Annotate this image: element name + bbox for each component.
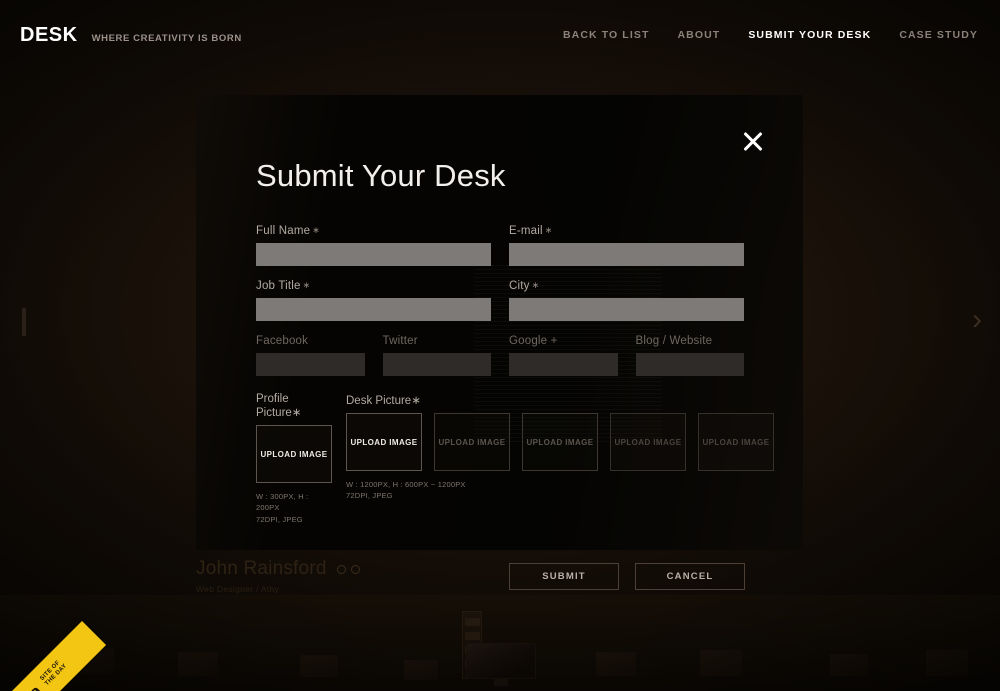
field-group-email: E-mail ∗ (509, 225, 744, 266)
form-row-name-email: Full Name ∗ E-mail ∗ (256, 225, 744, 266)
cancel-button[interactable]: CANCEL (635, 563, 745, 590)
desk-upload-button-5[interactable]: UPLOAD IMAGE (698, 413, 774, 471)
main-nav: BACK TO LIST ABOUT SUBMIT YOUR DESK CASE… (563, 29, 978, 41)
blog-website-input[interactable] (635, 353, 744, 376)
profile-spec-line2: 72DPI, JPEG (256, 514, 303, 524)
fwa-award-text: SITE OF THE DAY (39, 658, 69, 688)
full-name-input[interactable] (256, 243, 491, 266)
facebook-input[interactable] (256, 353, 365, 376)
job-title-input[interactable] (256, 298, 491, 321)
label-job-title-text: Job Title (256, 280, 301, 292)
required-mark: ∗ (312, 225, 320, 235)
field-group-blog: Blog / Website (635, 335, 744, 376)
nav-item-about[interactable]: ABOUT (677, 29, 720, 41)
modal-title: Submit Your Desk (256, 158, 506, 193)
upload-group-desk-picture: Desk Picture∗ UPLOAD IMAGE UPLOAD IMAGE … (346, 393, 774, 525)
nav-item-case-study[interactable]: CASE STUDY (899, 29, 978, 41)
close-icon[interactable] (740, 128, 766, 154)
profile-role: Web Designer / Athy (196, 584, 280, 594)
profile-upload-label: UPLOAD IMAGE (260, 449, 328, 459)
next-arrow-icon[interactable]: › (972, 305, 982, 335)
desk-upload-button-3[interactable]: UPLOAD IMAGE (522, 413, 598, 471)
social-circle-icon (336, 564, 346, 574)
brand[interactable]: DESK WHERE CREATIVITY IS BORN (20, 24, 242, 47)
form-row-social: Facebook Twitter Google + Blog / Website (256, 335, 744, 376)
desk-upload-label-3: UPLOAD IMAGE (526, 437, 594, 447)
field-group-google-plus: Google + (509, 335, 618, 376)
required-mark: ∗ (411, 395, 421, 407)
label-google-plus: Google + (509, 335, 558, 347)
desk-upload-button-1[interactable]: UPLOAD IMAGE (346, 413, 422, 471)
desk-spec-line1: W : 1200PX, H : 600PX ~ 1200PX (346, 480, 466, 489)
label-email-text: E-mail (509, 225, 543, 237)
field-group-facebook: Facebook (256, 335, 365, 376)
email-input[interactable] (509, 243, 744, 266)
desk-upload-label-2: UPLOAD IMAGE (438, 437, 506, 447)
profile-picture-spec: W : 300PX, H : 200PX 72DPI, JPEG (256, 491, 332, 525)
twitter-input[interactable] (382, 353, 491, 376)
profile-social-icons (336, 564, 360, 574)
logo-text: DESK (20, 23, 78, 46)
desk-upload-label-1: UPLOAD IMAGE (350, 437, 418, 447)
site-header: DESK WHERE CREATIVITY IS BORN BACK TO LI… (0, 0, 1000, 70)
page-root: DESK WHERE CREATIVITY IS BORN BACK TO LI… (0, 0, 1000, 691)
desk-upload-label-5: UPLOAD IMAGE (702, 437, 770, 447)
label-twitter: Twitter (382, 335, 418, 347)
field-group-city: City ∗ (509, 280, 744, 321)
desk-spec-line2: 72DPI, JPEG (346, 491, 393, 501)
label-city: City ∗ (509, 280, 744, 292)
field-group-twitter: Twitter (382, 335, 491, 376)
nav-item-submit-your-desk[interactable]: SUBMIT YOUR DESK (748, 29, 871, 41)
profile-upload-boxes: UPLOAD IMAGE (256, 425, 332, 483)
label-desk-picture: Desk Picture∗ (346, 393, 774, 407)
city-input[interactable] (509, 298, 744, 321)
profile-spec-line1: W : 300PX, H : 200PX (256, 492, 309, 513)
required-mark: ∗ (544, 225, 553, 235)
desk-upload-label-4: UPLOAD IMAGE (614, 437, 682, 447)
prev-arrow-icon[interactable] (22, 308, 26, 336)
modal-actions: SUBMIT CANCEL (509, 563, 745, 590)
label-desk-picture-text: Desk Picture (346, 395, 412, 407)
label-profile-picture: Profile Picture∗ (256, 393, 332, 419)
upload-group-profile-picture: Profile Picture∗ UPLOAD IMAGE W : 300PX,… (256, 393, 332, 525)
profile-caption: John Rainsford Web Designer / Athy (196, 558, 360, 594)
label-profile-picture-text: Profile Picture (256, 393, 292, 419)
field-group-job-title: Job Title ∗ (256, 280, 491, 321)
desk-upload-button-4[interactable]: UPLOAD IMAGE (610, 413, 686, 471)
label-facebook: Facebook (256, 335, 309, 347)
uploads-section: Profile Picture∗ UPLOAD IMAGE W : 300PX,… (256, 393, 774, 525)
submit-desk-form: Full Name ∗ E-mail ∗ Job Title ∗ City ∗ … (256, 225, 774, 550)
desk-picture-spec: W : 1200PX, H : 600PX ~ 1200PX 72DPI, JP… (346, 479, 774, 502)
label-full-name-text: Full Name (256, 225, 311, 237)
desk-upload-button-2[interactable]: UPLOAD IMAGE (434, 413, 510, 471)
profile-name-row: John Rainsford (196, 558, 360, 580)
form-row-job-city: Job Title ∗ City ∗ (256, 280, 744, 321)
profile-upload-button[interactable]: UPLOAD IMAGE (256, 425, 332, 483)
submit-button[interactable]: SUBMIT (509, 563, 619, 590)
required-mark: ∗ (302, 280, 311, 290)
tagline-text: WHERE CREATIVITY IS BORN (91, 32, 242, 44)
label-job-title: Job Title ∗ (256, 280, 491, 292)
required-mark: ∗ (291, 407, 302, 419)
profile-name: John Rainsford (196, 558, 327, 579)
label-email: E-mail ∗ (509, 225, 744, 237)
google-plus-input[interactable] (509, 353, 618, 376)
desk-upload-boxes: UPLOAD IMAGE UPLOAD IMAGE UPLOAD IMAGE U… (346, 413, 774, 471)
label-full-name: Full Name ∗ (256, 225, 491, 237)
submit-desk-modal: Submit Your Desk Full Name ∗ E-mail ∗ Jo… (196, 95, 803, 550)
label-blog-website: Blog / Website (635, 335, 713, 347)
required-mark: ∗ (531, 280, 540, 290)
field-group-full-name: Full Name ∗ (256, 225, 491, 266)
label-city-text: City (509, 280, 530, 292)
nav-item-back-to-list[interactable]: BACK TO LIST (563, 29, 650, 41)
social-circle-icon (350, 564, 360, 574)
